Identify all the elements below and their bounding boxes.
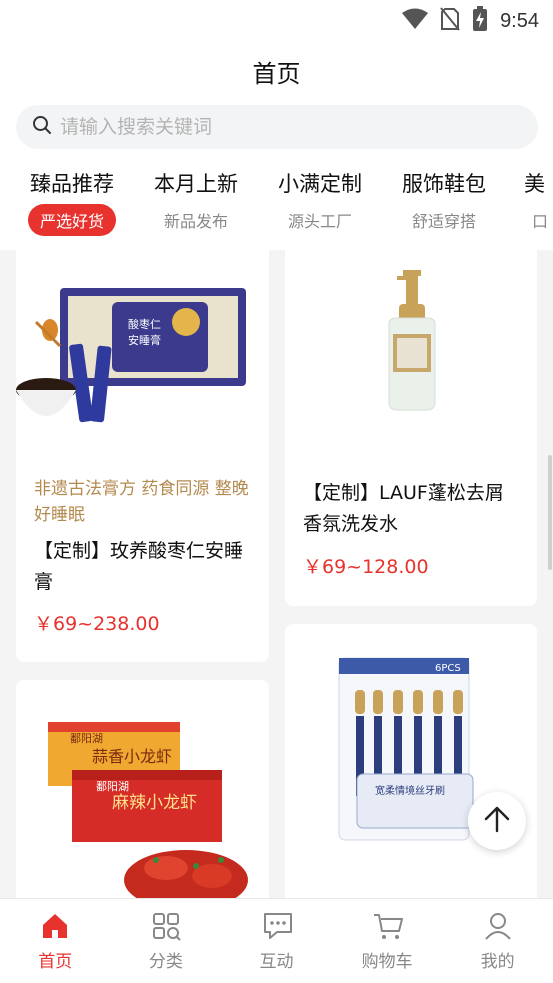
- product-title: 【定制】玫养酸枣仁安睡膏: [34, 540, 244, 593]
- sleep-paste-box-image: 酸枣仁 安睡膏: [16, 250, 269, 468]
- tab-label: 首页: [38, 952, 73, 972]
- search-bar: [0, 100, 553, 158]
- search-icon: [32, 115, 52, 139]
- search-box[interactable]: [16, 105, 538, 149]
- product-price: ￥69~238.00: [34, 613, 160, 635]
- svg-text:宽柔情境丝牙刷: 宽柔情境丝牙刷: [375, 784, 445, 797]
- tab-interaction[interactable]: 互动: [221, 899, 332, 983]
- tab-cart[interactable]: 购物车: [332, 899, 443, 983]
- tab-label: 互动: [259, 952, 294, 972]
- product-card[interactable]: 6PCS 宽柔情境丝牙刷: [285, 624, 537, 898]
- tab-category[interactable]: 分类: [111, 899, 222, 983]
- category-tab-zhenpin[interactable]: 臻品推荐 严选好货: [12, 168, 132, 236]
- svg-text:酸枣仁: 酸枣仁: [128, 317, 161, 331]
- category-subtitle: 口: [532, 212, 549, 231]
- page-title: 首页: [252, 60, 301, 88]
- wifi-icon: [402, 8, 429, 34]
- category-tab-new[interactable]: 本月上新 新品发布: [136, 168, 256, 236]
- no-sim-icon: [440, 7, 460, 35]
- shampoo-bottle-image: [285, 250, 537, 462]
- product-feed: 酸枣仁 安睡膏 非遗古法膏方 药食同源 整晚好睡眠 【定制】玫养酸枣仁安睡膏 ￥…: [0, 250, 553, 898]
- crayfish-box-image: 鄱阳湖 蒜香小龙虾 鄱阳湖 麻辣小龙虾: [16, 680, 269, 898]
- search-input[interactable]: [60, 116, 500, 138]
- home-icon: [40, 911, 70, 941]
- product-title: 【定制】LAUF蓬松去屑香氛洗发水: [303, 482, 504, 535]
- user-icon: [483, 911, 513, 941]
- tab-home[interactable]: 首页: [0, 899, 111, 983]
- bottom-tab-bar: 首页 分类 互动 购物车 我的: [0, 898, 553, 983]
- category-icon: [151, 911, 181, 941]
- category-title: 服饰鞋包: [402, 172, 486, 196]
- arrow-up-icon: [482, 804, 512, 838]
- toothbrush-pack-image: 6PCS 宽柔情境丝牙刷: [285, 624, 537, 898]
- product-tag: 非遗古法膏方 药食同源 整晚好睡眠: [34, 479, 249, 525]
- svg-text:6PCS: 6PCS: [435, 663, 461, 674]
- category-tab-beauty[interactable]: 美 口: [508, 168, 553, 236]
- cart-icon: [372, 911, 404, 941]
- status-time: 9:54: [500, 9, 539, 32]
- category-title: 臻品推荐: [30, 172, 114, 196]
- svg-text:鄱阳湖: 鄱阳湖: [70, 732, 103, 745]
- product-price: ￥69~128.00: [303, 556, 429, 578]
- tab-label: 购物车: [361, 952, 413, 972]
- category-subtitle: 严选好货: [27, 204, 116, 236]
- category-subtitle: 新品发布: [163, 212, 228, 231]
- status-icons: 9:54: [402, 6, 539, 36]
- product-card[interactable]: 酸枣仁 安睡膏 非遗古法膏方 药食同源 整晚好睡眠 【定制】玫养酸枣仁安睡膏 ￥…: [16, 250, 269, 662]
- category-subtitle: 舒适穿搭: [411, 212, 476, 231]
- svg-text:蒜香小龙虾: 蒜香小龙虾: [92, 747, 172, 766]
- category-tab-custom[interactable]: 小满定制 源头工厂: [260, 168, 380, 236]
- product-card[interactable]: 【定制】LAUF蓬松去屑香氛洗发水 ￥69~128.00: [285, 250, 537, 606]
- status-bar: 9:54: [0, 0, 553, 40]
- tab-label: 我的: [480, 952, 515, 972]
- header: 首页: [0, 40, 553, 100]
- battery-charging-icon: [472, 6, 488, 36]
- product-card[interactable]: 鄱阳湖 蒜香小龙虾 鄱阳湖 麻辣小龙虾: [16, 680, 269, 898]
- tab-mine[interactable]: 我的: [442, 899, 553, 983]
- category-title: 美: [524, 172, 545, 196]
- category-subtitle: 源头工厂: [287, 212, 352, 231]
- scrollbar[interactable]: [548, 455, 552, 570]
- svg-text:安睡膏: 安睡膏: [128, 333, 161, 347]
- svg-text:鄱阳湖: 鄱阳湖: [96, 780, 129, 793]
- category-tabs: 臻品推荐 严选好货 本月上新 新品发布 小满定制 源头工厂 服饰鞋包 舒适穿搭 …: [0, 158, 553, 250]
- back-to-top-button[interactable]: [468, 792, 526, 850]
- tab-label: 分类: [148, 952, 183, 972]
- category-title: 小满定制: [278, 172, 362, 196]
- category-tab-apparel[interactable]: 服饰鞋包 舒适穿搭: [384, 168, 504, 236]
- category-title: 本月上新: [154, 172, 238, 196]
- chat-icon: [261, 911, 293, 941]
- svg-text:麻辣小龙虾: 麻辣小龙虾: [112, 793, 197, 813]
